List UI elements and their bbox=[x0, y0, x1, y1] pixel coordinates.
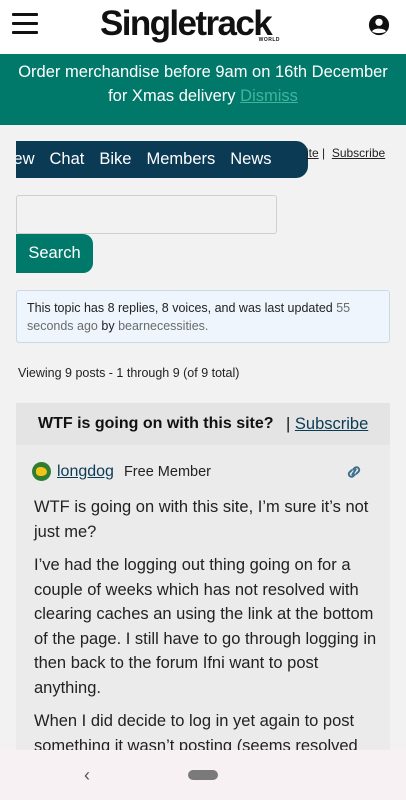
banner-line-1: Order merchandise before 9am on 16th Dec… bbox=[18, 63, 388, 81]
merch-banner: Order merchandise before 9am on 16th Dec… bbox=[0, 54, 406, 125]
post-author: longdog Free Member bbox=[32, 462, 211, 481]
forum-tab-nav: rview Chat Bike Members News bbox=[16, 141, 308, 178]
forum-sub-links: ite | Subscribe bbox=[306, 146, 386, 160]
topic-info-notice: This topic has 8 replies, 8 voices, and … bbox=[16, 290, 390, 343]
tab-overview[interactable]: rview bbox=[16, 150, 35, 169]
forum-page: rview Chat Bike Members News ite | Subsc… bbox=[0, 125, 406, 765]
notice-by: by bbox=[101, 319, 115, 333]
post-body: WTF is going on with this site, I’m sure… bbox=[34, 495, 384, 767]
author-name[interactable]: longdog bbox=[57, 463, 114, 481]
logo-subtext: WORLD bbox=[258, 37, 280, 43]
search-input[interactable] bbox=[16, 195, 277, 234]
post: longdog Free Member WTF is going on with… bbox=[16, 445, 390, 765]
notice-user[interactable]: bearnecessities. bbox=[118, 319, 208, 333]
separator: | bbox=[286, 415, 291, 433]
back-icon[interactable]: ‹ bbox=[84, 765, 90, 786]
logo-text: Singletrack bbox=[100, 4, 273, 43]
avatar[interactable] bbox=[32, 462, 51, 481]
author-role: Free Member bbox=[123, 463, 211, 480]
tab-news[interactable]: News bbox=[230, 150, 271, 169]
sublink-site[interactable]: ite bbox=[306, 146, 319, 160]
tab-members[interactable]: Members bbox=[146, 150, 215, 169]
topic-card: WTF is going on with this site? | Subscr… bbox=[16, 403, 390, 765]
topic-header: WTF is going on with this site? | Subscr… bbox=[16, 403, 390, 445]
search-button[interactable]: Search bbox=[16, 234, 93, 273]
banner-line-2: for Xmas delivery Dismiss bbox=[0, 84, 406, 108]
home-pill-icon[interactable] bbox=[188, 770, 218, 780]
sublink-subscribe[interactable]: Subscribe bbox=[332, 146, 385, 160]
site-logo[interactable]: Singletrack WORLD bbox=[100, 2, 286, 50]
tab-bike[interactable]: Bike bbox=[99, 150, 131, 169]
topic-title: WTF is going on with this site? bbox=[38, 415, 274, 432]
tab-chat[interactable]: Chat bbox=[50, 150, 85, 169]
system-nav-bar: ‹ bbox=[0, 750, 406, 800]
top-bar: Singletrack WORLD bbox=[0, 0, 406, 54]
dismiss-link[interactable]: Dismiss bbox=[240, 87, 298, 105]
notice-text: This topic has 8 replies, 8 voices, and … bbox=[27, 301, 333, 315]
post-paragraph: WTF is going on with this site, I’m sure… bbox=[34, 498, 369, 541]
post-paragraph: I’ve had the logging out thing going on … bbox=[34, 556, 377, 697]
topic-subscribe-link[interactable]: Subscribe bbox=[295, 415, 368, 433]
banner-line-2-text: for Xmas delivery bbox=[108, 87, 236, 105]
viewing-count: Viewing 9 posts - 1 through 9 (of 9 tota… bbox=[18, 366, 240, 380]
account-circle-icon[interactable] bbox=[368, 14, 390, 36]
topic-subscribe-area: | Subscribe bbox=[286, 415, 368, 434]
permalink-icon[interactable] bbox=[344, 463, 364, 481]
hamburger-menu-icon[interactable] bbox=[12, 13, 38, 35]
